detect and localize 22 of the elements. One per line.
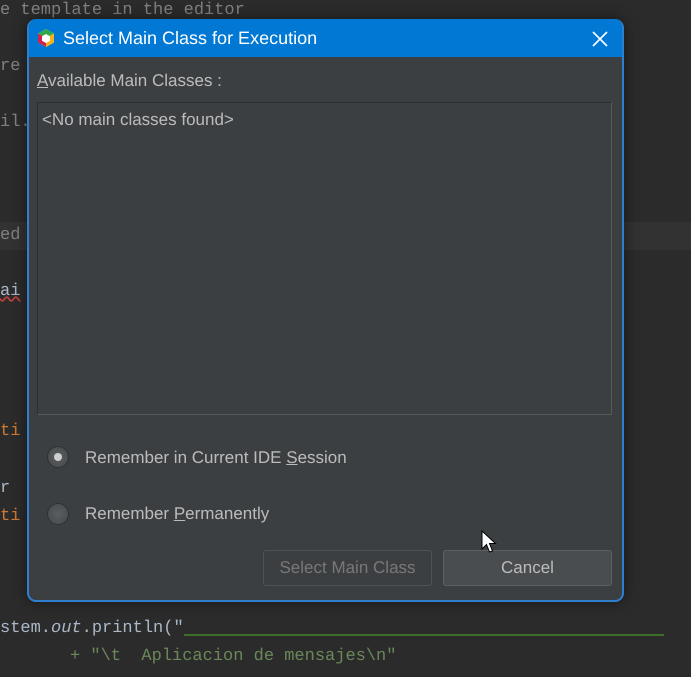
code-line: e template in the editor [0, 1, 245, 20]
code-line: ai [0, 282, 20, 301]
radio-label[interactable]: Remember in Current IDE Session [85, 444, 347, 470]
radio-button[interactable] [47, 502, 69, 525]
code-line: il. [0, 113, 31, 132]
dialog-button[interactable]: Cancel [443, 550, 612, 586]
code-line: r [0, 478, 10, 498]
app-logo-icon [37, 28, 55, 48]
code-line: ti [0, 422, 20, 442]
close-icon [592, 31, 608, 48]
window-title: Select Main Class for Execution [63, 26, 318, 50]
code-line: + "\t Aplicacion de mensajes\n" [69, 647, 396, 666]
code-line: stem.out.println(" [0, 619, 184, 638]
radio-button[interactable] [47, 446, 69, 468]
class-list[interactable]: <No main classes found> [37, 102, 612, 414]
code-line: ed [0, 226, 20, 245]
mouse-cursor-icon [481, 530, 497, 554]
radio-label[interactable]: Remember Permanently [85, 501, 270, 526]
list-item: <No main classes found> [42, 108, 234, 130]
code-line: re [0, 57, 20, 76]
code-line: ti [0, 506, 20, 526]
list-label: Available Main Classes : [37, 70, 222, 92]
